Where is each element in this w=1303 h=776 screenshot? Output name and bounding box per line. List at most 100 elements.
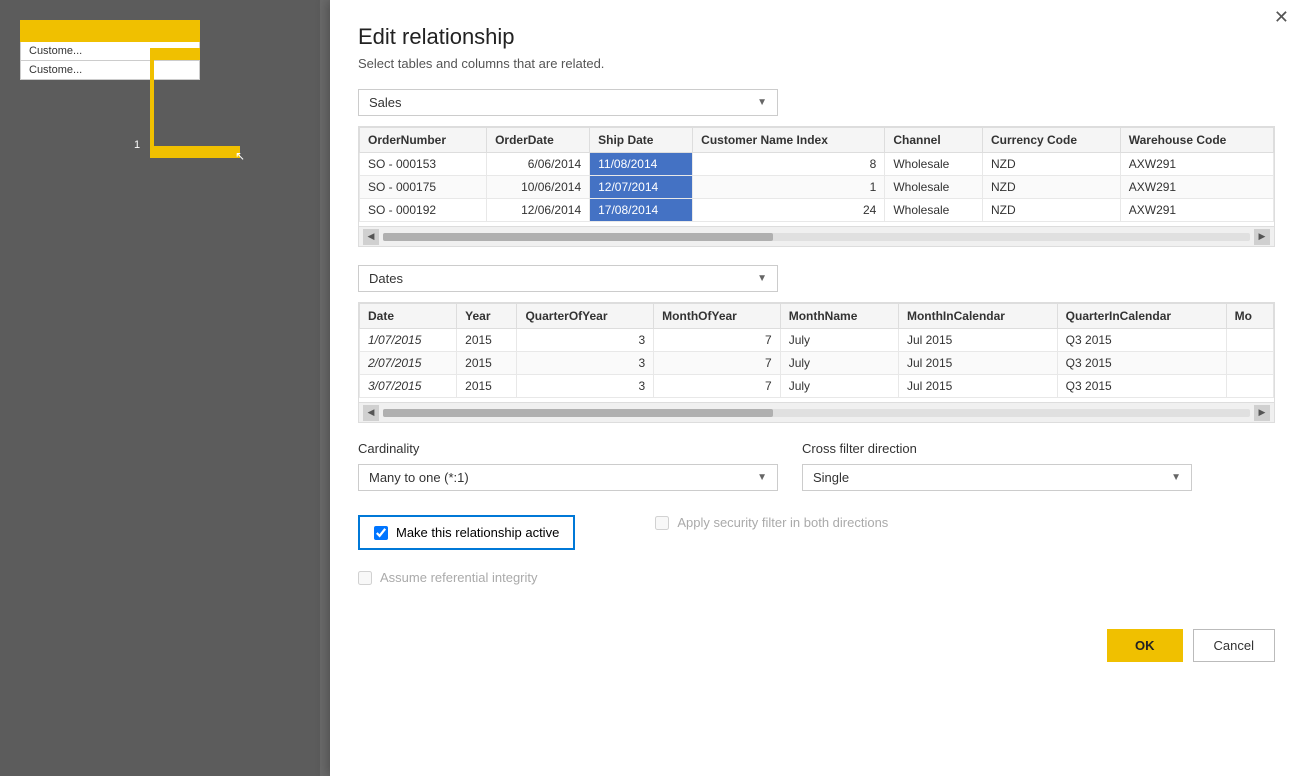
modal-footer: OK Cancel xyxy=(358,615,1275,662)
cursor-indicator: ↖ xyxy=(235,149,245,163)
table2-container: Date Year QuarterOfYear MonthOfYear Mont… xyxy=(358,302,1275,423)
cell-monthname: July xyxy=(780,352,898,375)
cardinality-group: Cardinality Many to one (*:1) ▼ xyxy=(358,441,778,491)
cell-mo xyxy=(1226,352,1273,375)
table-row: SO - 000192 12/06/2014 17/08/2014 24 Who… xyxy=(360,199,1274,222)
cell-date: 3/07/2015 xyxy=(360,375,457,398)
table2-dropdown-value: Dates xyxy=(369,271,403,286)
col-currency: Currency Code xyxy=(982,128,1120,153)
cell-monthofyear: 7 xyxy=(654,375,781,398)
col-mo: Mo xyxy=(1226,304,1273,329)
cell-mo xyxy=(1226,375,1273,398)
table2-scrollbar[interactable]: ◀ ▶ xyxy=(359,402,1274,422)
scroll-thumb xyxy=(383,233,773,241)
cardinality-value: Many to one (*:1) xyxy=(369,470,469,485)
table2-dropdown-container: Dates ▼ xyxy=(358,265,1275,292)
connector-line-h xyxy=(150,48,200,60)
table1: OrderNumber OrderDate Ship Date Customer… xyxy=(359,127,1274,222)
col-ordernumber: OrderNumber xyxy=(360,128,487,153)
cell-shipdate: 12/07/2014 xyxy=(590,176,693,199)
table2-dropdown[interactable]: Dates ▼ xyxy=(358,265,778,292)
cell-year: 2015 xyxy=(457,375,517,398)
cell-currency: NZD xyxy=(982,153,1120,176)
col-shipdate: Ship Date xyxy=(590,128,693,153)
col-monthincalendar: MonthInCalendar xyxy=(898,304,1057,329)
cell-currency: NZD xyxy=(982,199,1120,222)
cross-filter-arrow: ▼ xyxy=(1171,472,1181,483)
col-date: Date xyxy=(360,304,457,329)
table2: Date Year QuarterOfYear MonthOfYear Mont… xyxy=(359,303,1274,398)
connector-svg: 1 1 ↖ xyxy=(50,38,250,198)
referential-integrity-checkbox[interactable] xyxy=(358,571,372,585)
cross-filter-dropdown[interactable]: Single ▼ xyxy=(802,464,1192,491)
table-row: 3/07/2015 2015 3 7 July Jul 2015 Q3 2015 xyxy=(360,375,1274,398)
scroll-track-2[interactable] xyxy=(383,409,1250,417)
cell-date: 2/07/2015 xyxy=(360,352,457,375)
cell-quarterofyear: 3 xyxy=(517,352,654,375)
active-relationship-checkbox[interactable] xyxy=(374,526,388,540)
ok-button[interactable]: OK xyxy=(1107,629,1183,662)
cell-shipdate: 17/08/2014 xyxy=(590,199,693,222)
cell-ordernumber: SO - 000175 xyxy=(360,176,487,199)
security-filter-checkbox[interactable] xyxy=(655,516,669,530)
table2-header-row: Date Year QuarterOfYear MonthOfYear Mont… xyxy=(360,304,1274,329)
cell-quarterofyear: 3 xyxy=(517,375,654,398)
cancel-button[interactable]: Cancel xyxy=(1193,629,1275,662)
col-channel: Channel xyxy=(885,128,983,153)
table-row: SO - 000175 10/06/2014 12/07/2014 1 Whol… xyxy=(360,176,1274,199)
cell-monthofyear: 7 xyxy=(654,352,781,375)
scroll-track[interactable] xyxy=(383,233,1250,241)
connector-line-v xyxy=(150,48,154,148)
cardinality-dropdown[interactable]: Many to one (*:1) ▼ xyxy=(358,464,778,491)
col-orderdate: OrderDate xyxy=(487,128,590,153)
cell-monthincalendar: Jul 2015 xyxy=(898,375,1057,398)
cell-channel: Wholesale xyxy=(885,199,983,222)
cell-channel: Wholesale xyxy=(885,153,983,176)
cross-filter-label: Cross filter direction xyxy=(802,441,1192,456)
cell-monthofyear: 7 xyxy=(654,329,781,352)
col-customerindex: Customer Name Index xyxy=(693,128,885,153)
connector-line-h2 xyxy=(150,146,240,158)
referential-integrity-row: Assume referential integrity xyxy=(358,570,575,585)
cell-monthincalendar: Jul 2015 xyxy=(898,352,1057,375)
scroll-left-btn[interactable]: ◀ xyxy=(363,229,379,245)
cell-customerindex: 1 xyxy=(693,176,885,199)
cell-date: 1/07/2015 xyxy=(360,329,457,352)
table1-scrollbar[interactable]: ◀ ▶ xyxy=(359,226,1274,246)
table1-dropdown-value: Sales xyxy=(369,95,402,110)
active-relationship-label: Make this relationship active xyxy=(396,525,559,540)
canvas-nodes: Custome... Custome... 1 1 ↖ xyxy=(20,20,200,80)
col-quarterofyear: QuarterOfYear xyxy=(517,304,654,329)
table1-container: OrderNumber OrderDate Ship Date Customer… xyxy=(358,126,1275,247)
options-row: Cardinality Many to one (*:1) ▼ Cross fi… xyxy=(358,441,1275,491)
col-monthname: MonthName xyxy=(780,304,898,329)
scroll-thumb-2 xyxy=(383,409,773,417)
active-relationship-container: Make this relationship active xyxy=(358,515,575,550)
table1-dropdown[interactable]: Sales ▼ xyxy=(358,89,778,116)
cell-currency: NZD xyxy=(982,176,1120,199)
cell-channel: Wholesale xyxy=(885,176,983,199)
cell-mo xyxy=(1226,329,1273,352)
col-quarterincalendar: QuarterInCalendar xyxy=(1057,304,1226,329)
table2-dropdown-arrow: ▼ xyxy=(757,273,767,284)
connector-label-2: 1 xyxy=(134,139,140,151)
table-row: 2/07/2015 2015 3 7 July Jul 2015 Q3 2015 xyxy=(360,352,1274,375)
cell-year: 2015 xyxy=(457,329,517,352)
scroll-right-btn-2[interactable]: ▶ xyxy=(1254,405,1270,421)
cell-monthname: July xyxy=(780,375,898,398)
scroll-left-btn-2[interactable]: ◀ xyxy=(363,405,379,421)
scroll-right-btn[interactable]: ▶ xyxy=(1254,229,1270,245)
table1-header-row: OrderNumber OrderDate Ship Date Customer… xyxy=(360,128,1274,153)
cell-shipdate: 11/08/2014 xyxy=(590,153,693,176)
cell-monthname: July xyxy=(780,329,898,352)
modal-title: Edit relationship xyxy=(358,24,1275,50)
cell-quarterincalendar: Q3 2015 xyxy=(1057,352,1226,375)
cell-quarterofyear: 3 xyxy=(517,329,654,352)
close-button[interactable]: ✕ xyxy=(1274,8,1289,26)
cardinality-label: Cardinality xyxy=(358,441,778,456)
edit-relationship-modal: ✕ Edit relationship Select tables and co… xyxy=(330,0,1303,776)
col-warehouse: Warehouse Code xyxy=(1120,128,1273,153)
cardinality-arrow: ▼ xyxy=(757,472,767,483)
cell-year: 2015 xyxy=(457,352,517,375)
modal-subtitle: Select tables and columns that are relat… xyxy=(358,56,1275,71)
